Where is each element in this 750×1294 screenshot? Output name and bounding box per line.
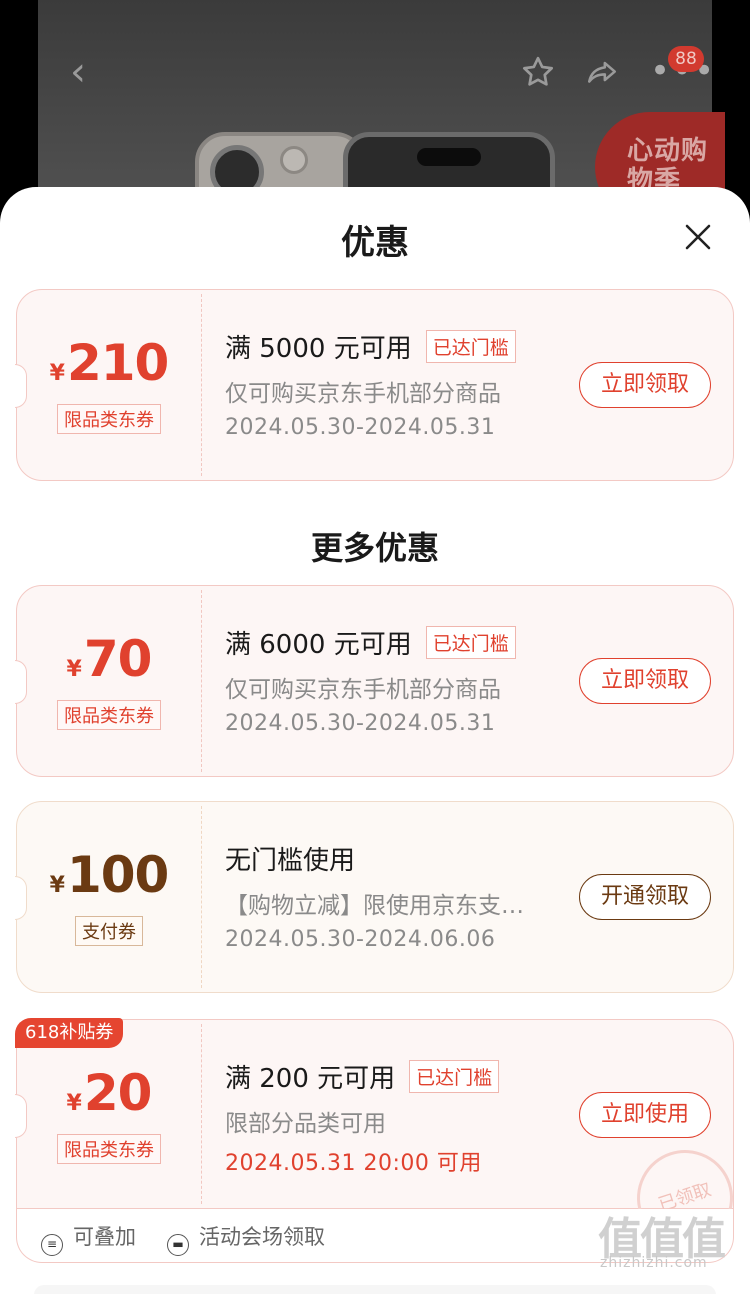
coupon-amount: ¥20	[66, 1064, 153, 1122]
phone-notch	[417, 148, 481, 166]
coupon-validity: 2024.05.30-2024.06.06	[225, 927, 496, 952]
camera-lens	[280, 146, 308, 174]
coupon-amount: ¥210	[49, 334, 170, 392]
coupon-card: 618补贴券 ¥20 限品类东券 满 200 元可用 已达门槛 限部分品类可用 2…	[15, 1018, 746, 1259]
coupon-card: ¥100 支付券 无门槛使用 【购物立减】限使用京东支… 2024.05.30-…	[15, 801, 734, 993]
coupon-scope: 限部分品类可用	[225, 1111, 386, 1137]
threshold-badge: 已达门槛	[425, 330, 516, 363]
back-arrow-icon[interactable]: ‹	[70, 52, 86, 92]
activate-claim-button[interactable]: 开通领取	[579, 874, 711, 920]
threshold-badge: 已达门槛	[409, 1060, 500, 1093]
share-icon[interactable]	[584, 56, 620, 90]
coupon-type-tag: 限品类东券	[57, 404, 161, 434]
coupon-condition: 满 6000 元可用	[225, 630, 412, 660]
coupon-type-tag: 限品类东券	[57, 700, 161, 730]
more-discounts-title: 更多优惠	[310, 529, 439, 567]
discount-sheet: 优惠 ¥210 限品类东券 满 5000 元可用 已达门槛 仅可购买京东手机部分商…	[0, 187, 750, 1294]
close-icon[interactable]	[680, 219, 716, 255]
coupon-validity: 2024.05.30-2024.05.31	[225, 711, 496, 736]
coupon-type-tag: 限品类东券	[57, 1134, 161, 1164]
threshold-badge: 已达门槛	[425, 626, 516, 659]
claim-button[interactable]: 立即领取	[579, 658, 711, 704]
coupon-scope: 【购物立减】限使用京东支…	[225, 893, 524, 919]
star-icon[interactable]	[520, 54, 556, 90]
stack-icon: ≡	[41, 1234, 63, 1256]
watermark-url: zhizhizhi.com	[600, 1255, 708, 1271]
coupon-card: ¥70 限品类东券 满 6000 元可用 已达门槛 仅可购买京东手机部分商品 20…	[15, 585, 734, 777]
coupon-scope: 仅可购买京东手机部分商品	[225, 381, 501, 407]
coupon-scope: 仅可购买京东手机部分商品	[225, 677, 501, 703]
next-card-peek	[34, 1285, 716, 1294]
venue-feature: ▬ 活动会场领取	[167, 1221, 325, 1256]
cart-count-badge: 88	[668, 46, 704, 72]
coupon-type-tag: 支付券	[75, 916, 143, 946]
sheet-title: 优惠	[341, 223, 409, 263]
stackable-feature: ≡ 可叠加	[41, 1221, 136, 1256]
coupon-condition: 满 5000 元可用	[225, 334, 412, 364]
coupon-amount: ¥100	[49, 846, 170, 904]
coupon-validity: 2024.05.31 20:00 可用	[225, 1151, 482, 1176]
coupon-condition: 无门槛使用	[225, 846, 356, 876]
coupon-card: ¥210 限品类东券 满 5000 元可用 已达门槛 仅可购买京东手机部分商品 2…	[15, 289, 734, 481]
coupon-amount: ¥70	[66, 630, 153, 688]
coupon-condition: 满 200 元可用	[225, 1064, 396, 1094]
coupon-validity: 2024.05.30-2024.05.31	[225, 415, 496, 440]
ticket-icon: ▬	[167, 1234, 189, 1256]
claim-button[interactable]: 立即领取	[579, 362, 711, 408]
use-now-button[interactable]: 立即使用	[579, 1092, 711, 1138]
